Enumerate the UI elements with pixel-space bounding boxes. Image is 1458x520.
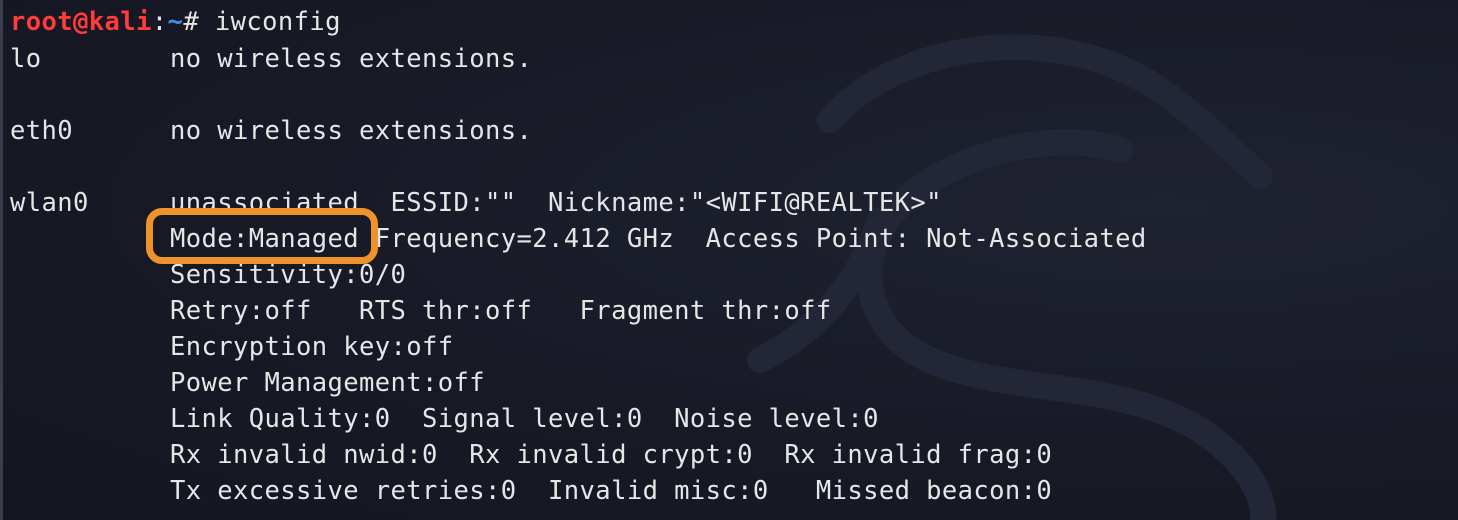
wlan0-power-management: Power Management:off <box>170 368 486 398</box>
output-line-wlan0-encryption: Encryption key:off <box>10 329 454 365</box>
interface-text-lo: no wireless extensions. <box>170 44 533 74</box>
prompt-colon: : <box>151 7 168 37</box>
wlan0-encryption: Encryption key:off <box>170 332 454 362</box>
output-line-wlan0-retry: Retry:off RTS thr:off Fragment thr:off <box>10 293 832 329</box>
interface-name-lo: lo <box>10 44 42 74</box>
interface-name-eth0: eth0 <box>10 116 74 146</box>
output-line-wlan0-power: Power Management:off <box>10 365 485 401</box>
wlan0-tx-excessive: Tx excessive retries:0 Invalid misc:0 Mi… <box>170 476 1053 506</box>
wlan0-sensitivity: Sensitivity:0/0 <box>170 260 407 290</box>
output-line-wlan0-rx: Rx invalid nwid:0 Rx invalid crypt:0 Rx … <box>10 437 1052 473</box>
command-text: iwconfig <box>214 7 341 37</box>
mode-highlight-box <box>146 208 378 264</box>
output-line-wlan0-tx: Tx excessive retries:0 Invalid misc:0 Mi… <box>10 473 1052 509</box>
interface-text-eth0: no wireless extensions. <box>170 116 533 146</box>
wlan0-rx-invalid: Rx invalid nwid:0 Rx invalid crypt:0 Rx … <box>170 440 1053 470</box>
prompt-symbol: # <box>183 7 215 37</box>
wlan0-frequency-line: Frequency=2.412 GHz Access Point: Not-As… <box>359 224 1147 254</box>
command-line: root@kali:~# iwconfig <box>10 4 341 40</box>
prompt-user-host: root@kali <box>10 7 152 37</box>
output-line-wlan0-quality: Link Quality:0 Signal level:0 Noise leve… <box>10 401 879 437</box>
prompt-path: ~ <box>167 7 184 37</box>
window-border <box>0 0 3 520</box>
output-line-lo: lo no wireless extensions. <box>10 41 532 77</box>
interface-name-wlan0: wlan0 <box>10 188 89 218</box>
wlan0-link-quality: Link Quality:0 Signal level:0 Noise leve… <box>170 404 879 434</box>
wlan0-retry: Retry:off RTS thr:off Fragment thr:off <box>170 296 832 326</box>
terminal-window[interactable]: root@kali:~# iwconfig lo no wireless exte… <box>0 0 1458 520</box>
output-line-eth0: eth0 no wireless extensions. <box>10 113 532 149</box>
